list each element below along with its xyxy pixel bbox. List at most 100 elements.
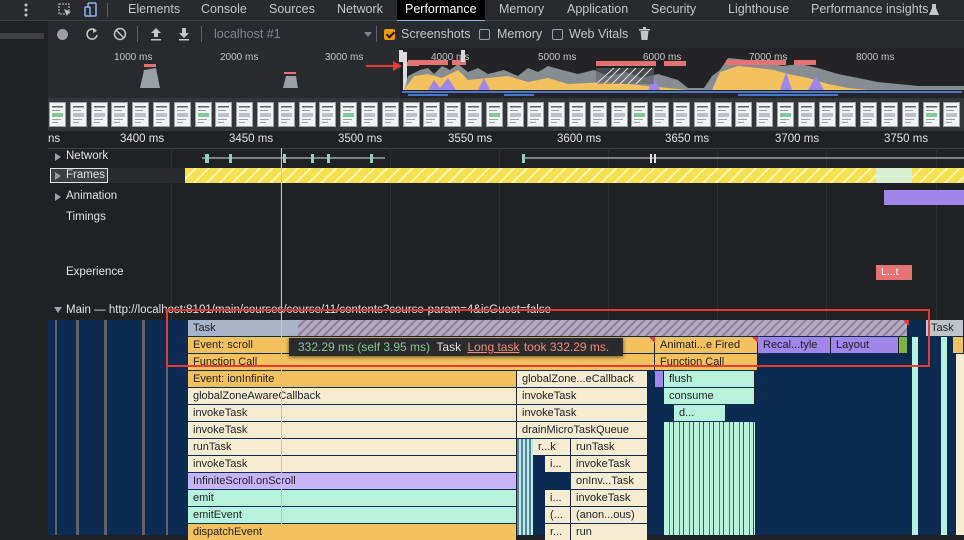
timeline-overview[interactable] — [48, 48, 964, 98]
screenshot-thumbnail[interactable] — [589, 102, 607, 127]
tab-console[interactable]: Console — [201, 0, 247, 20]
track-network[interactable]: Network — [66, 150, 108, 162]
screenshot-thumbnail[interactable] — [610, 102, 628, 127]
more-options-icon[interactable] — [24, 3, 28, 17]
screenshot-thumbnail[interactable] — [881, 102, 898, 127]
screenshot-thumbnail[interactable] — [735, 102, 753, 127]
tab-security[interactable]: Security — [651, 0, 696, 20]
event-bar-right[interactable] — [953, 337, 964, 353]
screenshot-thumbnail[interactable] — [901, 102, 919, 127]
screenshot-thumbnail[interactable] — [506, 102, 524, 127]
flame-frame[interactable]: r...k — [533, 439, 571, 455]
screenshot-thumbnail[interactable] — [298, 102, 316, 127]
tab-performance[interactable]: Performance — [397, 0, 485, 22]
flame-frame[interactable] — [655, 371, 664, 387]
screenshot-thumbnail[interactable] — [153, 102, 170, 127]
inspect-element-icon[interactable] — [58, 3, 72, 20]
screenshot-thumbnail[interactable] — [465, 102, 482, 127]
device-toolbar-icon[interactable] — [84, 2, 98, 21]
collapse-main-icon[interactable] — [54, 307, 62, 313]
track-experience[interactable]: Experience — [66, 266, 124, 278]
flame-frame[interactable]: emit — [188, 490, 517, 506]
flame-frame[interactable]: invokeTask — [571, 456, 648, 472]
screenshot-thumbnail[interactable] — [49, 102, 66, 127]
screenshot-thumbnail[interactable] — [236, 102, 254, 127]
screenshot-thumbnail[interactable] — [132, 102, 150, 127]
tab-elements[interactable]: Elements — [128, 0, 180, 20]
screenshot-thumbnail[interactable] — [777, 102, 794, 127]
screenshot-thumbnail[interactable] — [173, 102, 191, 127]
task-bar-right[interactable]: Task — [926, 320, 964, 336]
screenshot-thumbnail[interactable] — [548, 102, 566, 127]
screenshot-thumbnail[interactable] — [839, 102, 857, 127]
screenshot-thumbnail[interactable] — [527, 102, 545, 127]
flame-frame[interactable]: InfiniteScroll.onScroll — [188, 473, 517, 489]
tab-lighthouse[interactable]: Lighthouse — [728, 0, 789, 20]
screenshot-thumbnail[interactable] — [194, 102, 212, 127]
screenshot-thumbnail[interactable] — [797, 102, 815, 127]
flame-frame[interactable]: emitEvent — [188, 507, 517, 523]
flame-frame[interactable]: invokeTask — [517, 388, 648, 404]
screenshot-thumbnail[interactable] — [257, 102, 274, 127]
screenshot-thumbnail[interactable] — [319, 102, 337, 127]
screenshot-thumbnail[interactable] — [693, 102, 711, 127]
screenshot-thumbnail[interactable] — [361, 102, 378, 127]
screenshot-thumbnail[interactable] — [277, 102, 295, 127]
screenshot-thumbnail[interactable] — [402, 102, 420, 127]
flame-frame[interactable]: (... — [545, 507, 571, 523]
web-vitals-checkbox[interactable] — [552, 29, 563, 40]
overview-selection-handle[interactable] — [399, 50, 403, 62]
screenshots-checkbox[interactable] — [384, 29, 395, 40]
flame-frame[interactable]: runTask — [188, 439, 517, 455]
trash-icon[interactable] — [639, 27, 650, 44]
flame-frame[interactable]: d... — [674, 405, 726, 421]
track-animation[interactable]: Animation — [66, 190, 117, 202]
flame-frame[interactable]: globalZone...eCallback — [517, 371, 648, 387]
record-icon[interactable] — [57, 29, 68, 40]
clear-icon[interactable] — [113, 27, 127, 44]
screenshot-thumbnail[interactable] — [90, 102, 108, 127]
flame-frame[interactable]: invokeTask — [188, 456, 517, 472]
screenshot-thumbnail[interactable] — [818, 102, 836, 127]
screenshot-thumbnail[interactable] — [69, 102, 87, 127]
screenshot-thumbnail[interactable] — [444, 102, 462, 127]
screenshot-thumbnail[interactable] — [631, 102, 649, 127]
expand-network-icon[interactable] — [55, 153, 61, 161]
tab-performance-insights[interactable]: Performance insights — [811, 0, 928, 20]
flame-frame[interactable]: globalZoneAwareCallback — [188, 388, 517, 404]
flame-frame[interactable]: i... — [545, 456, 571, 472]
track-frames[interactable]: Frames — [66, 169, 105, 181]
flame-frame[interactable]: drainMicroTaskQueue — [517, 422, 648, 438]
flame-frame[interactable]: dispatchEvent — [188, 524, 517, 540]
tab-sources[interactable]: Sources — [269, 0, 315, 20]
flame-frame[interactable]: invokeTask — [517, 405, 648, 421]
flame-frame[interactable]: onInv...Task — [571, 473, 648, 489]
flame-frame[interactable]: flush — [664, 371, 755, 387]
flame-frame[interactable]: invokeTask — [188, 422, 517, 438]
screenshot-thumbnail[interactable] — [381, 102, 399, 127]
flame-frame[interactable]: (anon...ous) — [571, 507, 648, 523]
screenshot-thumbnail[interactable] — [756, 102, 774, 127]
flame-frame[interactable]: r... — [545, 524, 571, 540]
expand-animation-icon[interactable] — [55, 193, 61, 201]
upload-icon[interactable] — [150, 27, 162, 44]
tab-network[interactable]: Network — [337, 0, 383, 20]
flame-frame[interactable]: runTask — [571, 439, 648, 455]
screenshot-thumbnail[interactable] — [215, 102, 233, 127]
screenshot-thumbnail[interactable] — [652, 102, 670, 127]
screenshot-thumbnail[interactable] — [943, 102, 961, 127]
screenshot-thumbnail[interactable] — [860, 102, 878, 127]
target-select[interactable]: localhost #1 — [214, 27, 281, 41]
screenshot-thumbnail[interactable] — [673, 102, 690, 127]
screenshot-thumbnail[interactable] — [569, 102, 586, 127]
flame-frame[interactable]: run — [571, 524, 648, 540]
screenshot-thumbnail[interactable] — [423, 102, 441, 127]
tab-memory[interactable]: Memory — [499, 0, 544, 20]
screenshot-thumbnail[interactable] — [714, 102, 732, 127]
flame-frame[interactable]: Event: ionInfinite — [188, 371, 517, 387]
screenshot-thumbnail[interactable] — [485, 102, 503, 127]
screenshot-thumbnail[interactable] — [111, 102, 129, 127]
flame-frame[interactable]: i... — [545, 490, 571, 506]
tab-application[interactable]: Application — [567, 0, 628, 20]
download-icon[interactable] — [178, 27, 190, 44]
